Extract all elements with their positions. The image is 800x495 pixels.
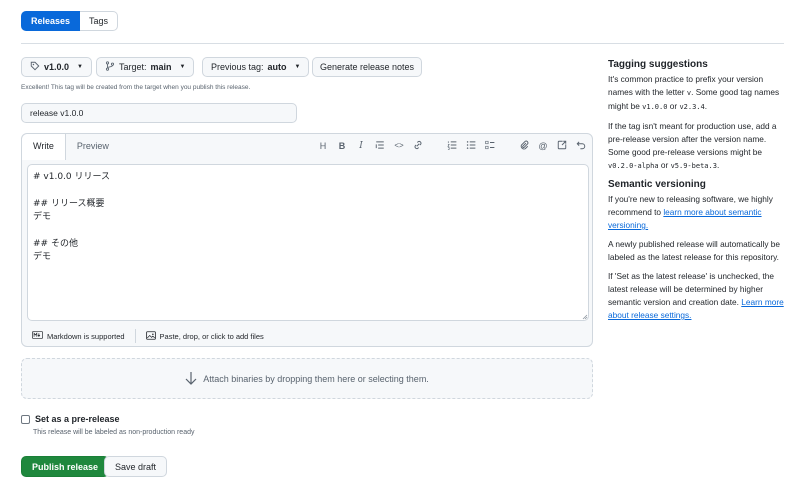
release-title-input[interactable]: release v1.0.0: [21, 103, 297, 123]
markdown-icon: [32, 331, 43, 341]
chevron-down-icon: ▼: [77, 64, 83, 70]
code-icon[interactable]: <>: [394, 140, 404, 152]
semver-paragraph-1: If you're new to releasing software, we …: [608, 194, 773, 230]
semantic-versioning: Semantic versioning If you're new to rel…: [608, 178, 786, 328]
semver-paragraph-2: A newly published release will automatic…: [608, 239, 781, 262]
previous-tag-label: Previous tag:: [211, 62, 264, 72]
previous-tag-value: auto: [267, 62, 287, 72]
quote-icon[interactable]: [375, 140, 385, 152]
generate-release-notes-button[interactable]: Generate release notes: [312, 57, 423, 77]
task-list-icon[interactable]: [485, 140, 495, 152]
save-draft-button[interactable]: Save draft: [104, 456, 168, 477]
semver-title: Semantic versioning: [608, 179, 706, 190]
ordered-list-icon[interactable]: [447, 140, 457, 152]
prerelease-description: This release will be labeled as non-prod…: [33, 429, 195, 436]
attach-icon[interactable]: [519, 140, 529, 152]
reference-icon[interactable]: [557, 140, 567, 152]
release-body-textarea[interactable]: # v1.0.0 リリース ## リリース概要 デモ ## その他 デモ: [27, 164, 589, 321]
tag-select[interactable]: v1.0.0 ▼: [21, 57, 92, 77]
chevron-down-icon: ▼: [294, 64, 301, 70]
editor-footer: Markdown is supported Paste, drop, or cl…: [22, 326, 592, 346]
generate-release-notes-label: Generate release notes: [320, 62, 415, 72]
resize-handle-icon[interactable]: [582, 314, 588, 320]
publish-release-button[interactable]: Publish release: [21, 456, 110, 477]
markdown-supported-label: Markdown is supported: [47, 331, 125, 341]
prerelease-checkbox[interactable]: [21, 414, 30, 424]
tagging-paragraph-2: If the tag isn't meant for production us…: [608, 121, 777, 170]
semver-paragraph-3: If 'Set as the latest release' is unchec…: [608, 271, 784, 320]
releases-tab[interactable]: Releases: [21, 11, 81, 31]
image-icon: [145, 330, 156, 342]
tag-value: v1.0.0: [44, 62, 70, 72]
tab-preview[interactable]: Preview: [66, 134, 120, 159]
attach-binaries-dropzone[interactable]: Attach binaries by dropping them here or…: [21, 358, 593, 399]
arrow-down-icon: [185, 371, 197, 387]
paste-hint-label: Paste, drop, or click to add files: [159, 331, 264, 341]
attach-binaries-label: Attach binaries by dropping them here or…: [203, 373, 429, 384]
tag-hint: Excellent! This tag will be created from…: [21, 84, 251, 91]
add-files-button[interactable]: Paste, drop, or click to add files: [136, 330, 274, 342]
tags-tab[interactable]: Tags: [80, 11, 119, 31]
prerelease-row: Set as a pre-release: [21, 414, 120, 424]
tagging-paragraph-1: It's common practice to prefix your vers…: [608, 74, 780, 111]
tab-write[interactable]: Write: [22, 134, 66, 160]
branch-icon: [105, 61, 115, 73]
editor-tabs: Write Preview: [22, 134, 120, 160]
unordered-list-icon[interactable]: [466, 140, 476, 152]
undo-icon[interactable]: [576, 140, 586, 152]
chevron-down-icon: ▼: [179, 64, 186, 70]
markdown-toolbar: H B I <> @: [318, 140, 586, 152]
release-body-editor: Write Preview H B I <> @ # v1.0.0 リリース #…: [21, 133, 593, 347]
tag-icon: [30, 61, 40, 73]
tagging-suggestions: Tagging suggestions It's common practice…: [608, 58, 786, 179]
releases-tags-toggle: Releases Tags: [21, 11, 119, 31]
previous-tag-select[interactable]: Previous tag: auto ▼: [202, 57, 310, 77]
target-value: main: [150, 62, 172, 72]
italic-icon[interactable]: I: [356, 140, 366, 152]
target-select[interactable]: Target: main ▼: [96, 57, 195, 77]
link-icon[interactable]: [413, 140, 423, 152]
markdown-supported-link[interactable]: Markdown is supported: [22, 331, 135, 341]
divider: [21, 43, 784, 44]
mention-icon[interactable]: @: [538, 140, 548, 152]
prerelease-label[interactable]: Set as a pre-release: [35, 414, 120, 424]
heading-icon[interactable]: H: [318, 140, 328, 152]
tagging-title: Tagging suggestions: [608, 59, 708, 70]
target-label: Target:: [119, 62, 147, 72]
bold-icon[interactable]: B: [337, 140, 347, 152]
